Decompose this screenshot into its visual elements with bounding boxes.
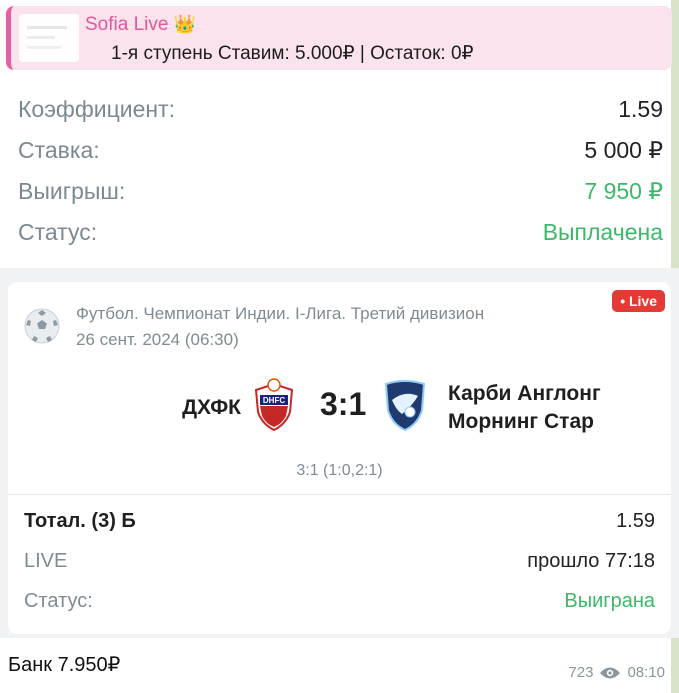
football-icon xyxy=(24,308,60,344)
card-divider xyxy=(8,494,671,495)
bet-value: 5 000 ₽ xyxy=(584,137,663,163)
bet-row-status: Статус: Выплачена xyxy=(18,219,663,253)
league-name: Футбол. Чемпионат Индии. I-Лига. Третий … xyxy=(76,304,485,323)
elapsed-time: прошло 77:18 xyxy=(527,550,655,572)
crown-icon: 👑 xyxy=(173,14,197,34)
market-odds: 1.59 xyxy=(616,510,655,532)
view-count: 723 xyxy=(568,664,594,681)
status-row: Статус: Выиграна xyxy=(24,590,655,620)
bet-label: Ставка: xyxy=(18,137,100,163)
status-value: Выиграна xyxy=(564,590,655,612)
team-away-name-line2: Морнинг Стар xyxy=(448,410,594,433)
match-score: 3:1 xyxy=(320,386,367,422)
message-time: 08:10 xyxy=(627,664,665,681)
bet-value: Выплачена xyxy=(542,219,663,245)
bet-label: Выигрыш: xyxy=(18,178,126,204)
quote-thumbnail xyxy=(19,14,79,62)
quote-author-name: Sofia Live xyxy=(85,14,169,35)
team-away-name-line1: Карби Англонг xyxy=(448,382,601,405)
team-home-logo-text: DHFC xyxy=(263,396,285,405)
quote-text: 1-я ступень Ставим: 5.000₽ | Остаток: 0₽ xyxy=(111,43,474,64)
market-row: Тотал. (3) Б 1.59 xyxy=(24,510,655,540)
bank-text: Банк 7.950₽ xyxy=(8,654,121,676)
team-away-logo xyxy=(384,380,426,432)
team-home-name: ДХФК xyxy=(182,396,241,419)
match-card[interactable]: Футбол. Чемпионат Индии. I-Лига. Третий … xyxy=(8,282,671,634)
bet-label: Статус: xyxy=(18,219,98,245)
eye-icon xyxy=(600,667,621,678)
status-label: Статус: xyxy=(24,590,93,612)
message-meta: 723 08:10 xyxy=(568,664,665,681)
reply-quote[interactable]: Sofia Live 👑 1-я ступень Ставим: 5.000₽ … xyxy=(6,6,672,70)
bet-row-win: Выигрыш: 7 950 ₽ xyxy=(18,178,663,212)
team-away-name: Карби Англонг Морнинг Стар xyxy=(448,380,601,436)
quote-author: Sofia Live 👑 xyxy=(85,14,196,36)
bet-row-stake: Ставка: 5 000 ₽ xyxy=(18,137,663,171)
half-scores: 3:1 (1:0,2:1) xyxy=(296,462,383,479)
live-label: LIVE xyxy=(24,550,68,572)
live-badge: • Live xyxy=(612,290,665,312)
bet-value: 7 950 ₽ xyxy=(584,178,663,204)
team-home-logo: DHFC xyxy=(254,378,294,432)
bet-label: Коэффициент: xyxy=(18,96,176,122)
bet-value: 1.59 xyxy=(618,96,663,122)
live-row: LIVE прошло 77:18 xyxy=(24,550,655,580)
bet-row-odds: Коэффициент: 1.59 xyxy=(18,96,663,130)
market-label: Тотал. (3) Б xyxy=(24,510,136,532)
match-date: 26 сент. 2024 (06:30) xyxy=(76,330,239,349)
